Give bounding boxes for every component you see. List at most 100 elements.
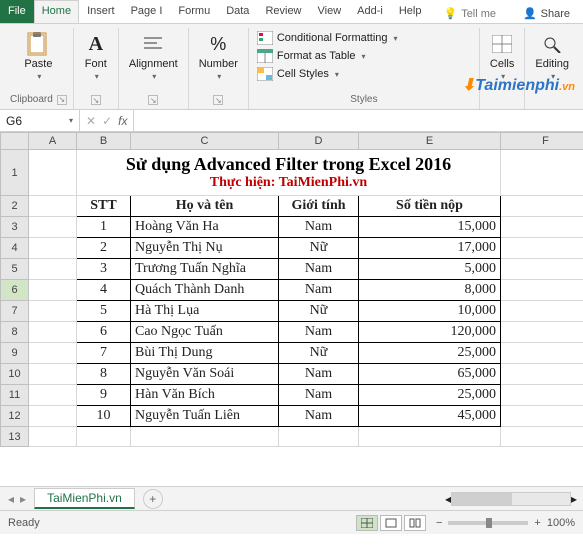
row-header-6[interactable]: 6	[1, 280, 29, 301]
cell-name[interactable]: Bùi Thị Dung	[131, 343, 279, 364]
cell[interactable]	[501, 150, 583, 196]
row-header-5[interactable]: 5	[1, 259, 29, 280]
cell[interactable]	[29, 427, 77, 447]
tab-insert[interactable]: Insert	[79, 0, 123, 23]
tab-file[interactable]: File	[0, 0, 34, 23]
cell-stt[interactable]: 3	[77, 259, 131, 280]
normal-view-button[interactable]	[356, 515, 378, 531]
cell[interactable]	[29, 217, 77, 238]
row-header-13[interactable]: 13	[1, 427, 29, 447]
cell[interactable]	[29, 385, 77, 406]
cell-gender[interactable]: Nam	[279, 364, 359, 385]
font-dialog-launcher[interactable]: ↘	[91, 95, 101, 105]
number-button[interactable]: % Number ▾	[195, 30, 242, 83]
cell[interactable]	[501, 364, 583, 385]
cell-stt[interactable]: 9	[77, 385, 131, 406]
conditional-formatting-button[interactable]: Conditional Formatting ▾	[255, 30, 473, 46]
cell-header-stt[interactable]: STT	[77, 196, 131, 217]
cell-gender[interactable]: Nữ	[279, 301, 359, 322]
cell-gender[interactable]: Nam	[279, 406, 359, 427]
cell-amount[interactable]: 10,000	[359, 301, 501, 322]
cell-header-amount[interactable]: Số tiền nộp	[359, 196, 501, 217]
cell[interactable]	[29, 322, 77, 343]
cell[interactable]	[29, 259, 77, 280]
share-button[interactable]: 👤 Share	[515, 0, 583, 23]
zoom-slider[interactable]	[448, 521, 528, 525]
scroll-thumb[interactable]	[452, 493, 512, 505]
cell-gender[interactable]: Nữ	[279, 238, 359, 259]
font-button[interactable]: A Font ▾	[80, 30, 112, 83]
row-header-8[interactable]: 8	[1, 322, 29, 343]
cell-name[interactable]: Nguyễn Tuấn Liên	[131, 406, 279, 427]
cell[interactable]	[29, 280, 77, 301]
cell-stt[interactable]: 8	[77, 364, 131, 385]
row-header-2[interactable]: 2	[1, 196, 29, 217]
cell[interactable]	[501, 406, 583, 427]
format-as-table-button[interactable]: Format as Table ▾	[255, 48, 473, 64]
sheet-nav-next-icon[interactable]: ▸	[20, 492, 26, 506]
cell-title[interactable]: Sử dụng Advanced Filter trong Excel 2016…	[77, 150, 501, 196]
cell-name[interactable]: Nguyễn Văn Soái	[131, 364, 279, 385]
col-header-A[interactable]: A	[29, 133, 77, 150]
cell[interactable]	[501, 343, 583, 364]
col-header-D[interactable]: D	[279, 133, 359, 150]
cell-name[interactable]: Cao Ngọc Tuấn	[131, 322, 279, 343]
cell[interactable]	[501, 385, 583, 406]
tab-view[interactable]: View	[310, 0, 350, 23]
paste-button[interactable]: Paste ▾	[10, 30, 67, 83]
tab-formulas[interactable]: Formu	[170, 0, 218, 23]
number-dialog-launcher[interactable]: ↘	[213, 95, 223, 105]
cell-name[interactable]: Quách Thành Danh	[131, 280, 279, 301]
cell[interactable]	[501, 322, 583, 343]
col-header-E[interactable]: E	[359, 133, 501, 150]
cell-amount[interactable]: 25,000	[359, 385, 501, 406]
cell[interactable]	[29, 343, 77, 364]
cell-name[interactable]: Hà Thị Lụa	[131, 301, 279, 322]
spreadsheet-grid[interactable]: A B C D E F 1 Sử dụng Advanced Filter tr…	[0, 132, 583, 486]
zoom-in-button[interactable]: +	[534, 517, 540, 529]
cell-stt[interactable]: 4	[77, 280, 131, 301]
cell[interactable]	[501, 427, 583, 447]
name-box[interactable]: G6 ▾	[0, 110, 80, 131]
sheet-tab[interactable]: TaiMienPhi.vn	[34, 488, 135, 509]
row-header-11[interactable]: 11	[1, 385, 29, 406]
row-header-12[interactable]: 12	[1, 406, 29, 427]
cell-name[interactable]: Hàn Văn Bích	[131, 385, 279, 406]
row-header-10[interactable]: 10	[1, 364, 29, 385]
zoom-out-button[interactable]: −	[436, 517, 442, 529]
cell-name[interactable]: Trương Tuấn Nghĩa	[131, 259, 279, 280]
alignment-button[interactable]: Alignment ▾	[125, 30, 182, 83]
cell-amount[interactable]: 17,000	[359, 238, 501, 259]
col-header-B[interactable]: B	[77, 133, 131, 150]
tab-page-layout[interactable]: Page I	[123, 0, 171, 23]
scroll-right-icon[interactable]: ▸	[571, 492, 577, 506]
cell-amount[interactable]: 120,000	[359, 322, 501, 343]
cell-amount[interactable]: 45,000	[359, 406, 501, 427]
cell-header-gender[interactable]: Giới tính	[279, 196, 359, 217]
cell[interactable]	[77, 427, 131, 447]
cell[interactable]	[29, 196, 77, 217]
cell-gender[interactable]: Nam	[279, 280, 359, 301]
cell-gender[interactable]: Nam	[279, 259, 359, 280]
cell[interactable]	[279, 427, 359, 447]
cell[interactable]	[359, 427, 501, 447]
enter-icon[interactable]: ✓	[102, 114, 112, 128]
row-header-3[interactable]: 3	[1, 217, 29, 238]
row-header-9[interactable]: 9	[1, 343, 29, 364]
cell[interactable]	[29, 238, 77, 259]
page-layout-view-button[interactable]	[380, 515, 402, 531]
col-header-F[interactable]: F	[501, 133, 583, 150]
cell-name[interactable]: Nguyễn Thị Nụ	[131, 238, 279, 259]
zoom-level[interactable]: 100%	[547, 517, 575, 529]
cell-stt[interactable]: 10	[77, 406, 131, 427]
cell-gender[interactable]: Nam	[279, 322, 359, 343]
alignment-dialog-launcher[interactable]: ↘	[148, 95, 158, 105]
cell-gender[interactable]: Nữ	[279, 343, 359, 364]
cell[interactable]	[501, 196, 583, 217]
cell-amount[interactable]: 65,000	[359, 364, 501, 385]
cell-header-name[interactable]: Họ và tên	[131, 196, 279, 217]
cell-gender[interactable]: Nam	[279, 217, 359, 238]
fx-icon[interactable]: fx	[118, 114, 127, 128]
row-header-1[interactable]: 1	[1, 150, 29, 196]
page-break-view-button[interactable]	[404, 515, 426, 531]
